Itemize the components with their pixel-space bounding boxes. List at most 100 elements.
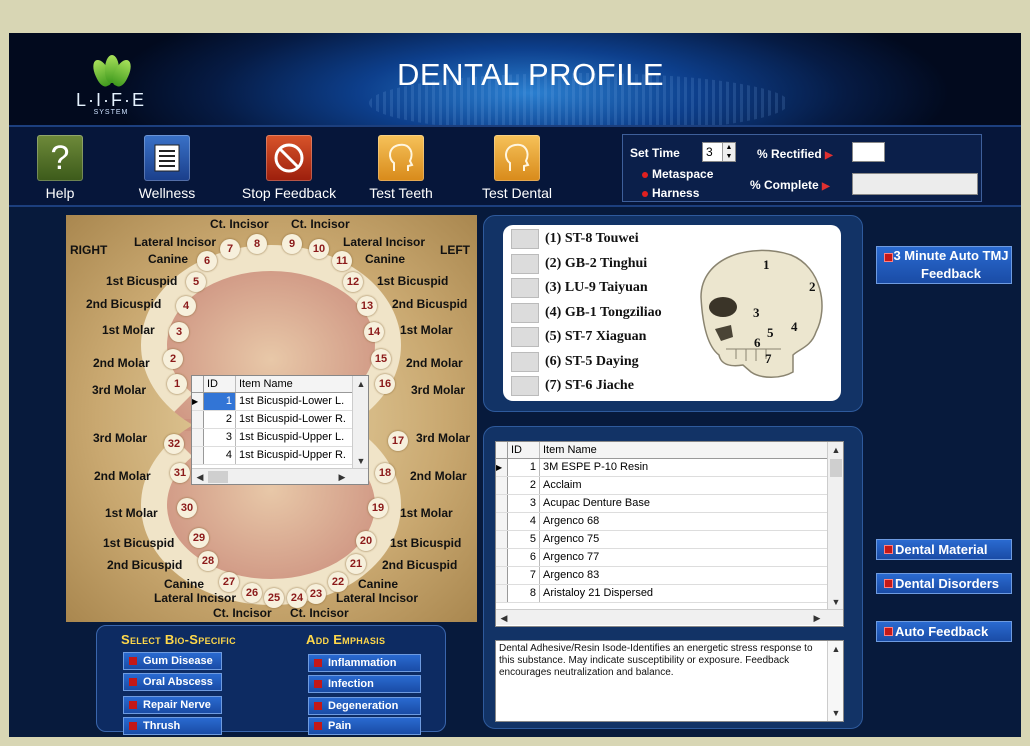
tooth-17[interactable]: 17 <box>388 431 408 451</box>
tooth-23[interactable]: 23 <box>306 584 326 604</box>
table-row[interactable]: 6 Argenco 77 <box>496 549 843 567</box>
horizontal-scrollbar[interactable]: ◀ ▶ <box>496 609 843 625</box>
set-time-spinner[interactable]: 3 ▲ ▼ <box>702 142 736 162</box>
gum-disease-button[interactable]: Gum Disease <box>123 652 222 670</box>
tooth-13[interactable]: 13 <box>357 296 377 316</box>
tooth-31[interactable]: 31 <box>170 463 190 483</box>
acupoint-row-1[interactable]: (1) ST-8 Touwei <box>511 229 639 249</box>
acupoint-check-4[interactable] <box>511 303 539 323</box>
table-row[interactable]: 4 Argenco 68 <box>496 513 843 531</box>
vertical-scrollbar[interactable]: ▲ ▼ <box>827 641 843 721</box>
tooth-14[interactable]: 14 <box>364 322 384 342</box>
pain-button[interactable]: Pain <box>308 717 421 735</box>
acupoint-check-1[interactable] <box>511 229 539 249</box>
tooth-3[interactable]: 3 <box>169 322 189 342</box>
tooth-11[interactable]: 11 <box>332 251 352 271</box>
tooth-27[interactable]: 27 <box>219 572 239 592</box>
tooth-8[interactable]: 8 <box>247 234 267 254</box>
table-row[interactable]: ▶ 1 1st Bicuspid-Lower L. <box>192 393 368 411</box>
inflammation-button[interactable]: Inflammation <box>308 654 421 672</box>
scroll-up-icon[interactable]: ▲ <box>353 376 368 392</box>
tooth-22[interactable]: 22 <box>328 572 348 592</box>
scroll-right-icon[interactable]: ▶ <box>809 610 825 626</box>
help-button[interactable]: ? Help <box>9 135 115 201</box>
vertical-scrollbar[interactable]: ▲ ▼ <box>352 376 368 469</box>
radio-harness[interactable]: Harness <box>642 186 699 200</box>
col-id-header[interactable]: ID <box>508 442 540 458</box>
tooth-25[interactable]: 25 <box>264 588 284 608</box>
tooth-15[interactable]: 15 <box>371 349 391 369</box>
acupoint-check-2[interactable] <box>511 254 539 274</box>
horizontal-scrollbar[interactable]: ◀ ▶ <box>192 468 368 484</box>
vertical-scrollbar[interactable]: ▲ ▼ <box>827 442 843 610</box>
tooth-32[interactable]: 32 <box>164 434 184 454</box>
table-row[interactable]: 8 Aristaloy 21 Dispersed <box>496 585 843 603</box>
test-teeth-button[interactable]: Test Teeth <box>346 135 456 201</box>
tooth-2[interactable]: 2 <box>163 349 183 369</box>
tooth-4[interactable]: 4 <box>176 296 196 316</box>
table-row[interactable]: 7 Argenco 83 <box>496 567 843 585</box>
repair-nerve-button[interactable]: Repair Nerve <box>123 696 222 714</box>
col-name-header[interactable]: Item Name <box>540 442 843 458</box>
oral-abscess-button[interactable]: Oral Abscess <box>123 673 222 691</box>
table-row[interactable]: 4 1st Bicuspid-Upper R. <box>192 447 368 465</box>
tooth-29[interactable]: 29 <box>189 528 209 548</box>
tooth-10[interactable]: 10 <box>309 239 329 259</box>
stop-feedback-button[interactable]: Stop Feedback <box>234 135 344 201</box>
thrush-button[interactable]: Thrush <box>123 717 222 735</box>
tooth-6[interactable]: 6 <box>197 251 217 271</box>
table-row[interactable]: ▶ 1 3M ESPE P-10 Resin <box>496 459 843 477</box>
col-id-header[interactable]: ID <box>204 376 236 392</box>
acupoint-check-7[interactable] <box>511 376 539 396</box>
tooth-26[interactable]: 26 <box>242 583 262 603</box>
tooth-20[interactable]: 20 <box>356 531 376 551</box>
table-row[interactable]: 2 Acclaim <box>496 477 843 495</box>
acupoint-check-5[interactable] <box>511 327 539 347</box>
dental-material-button[interactable]: Dental Material <box>876 539 1012 560</box>
tooth-18[interactable]: 18 <box>375 463 395 483</box>
tooth-1[interactable]: 1 <box>167 374 187 394</box>
table-row[interactable]: 2 1st Bicuspid-Lower R. <box>192 411 368 429</box>
scroll-up-icon[interactable]: ▲ <box>828 442 843 458</box>
scroll-left-icon[interactable]: ◀ <box>192 469 208 484</box>
scroll-right-icon[interactable]: ▶ <box>334 469 350 484</box>
tooth-5[interactable]: 5 <box>186 272 206 292</box>
acupoint-row-7[interactable]: (7) ST-6 Jiache <box>511 376 634 396</box>
dental-disorders-button[interactable]: Dental Disorders <box>876 573 1012 594</box>
description-textbox[interactable]: Dental Adhesive/Resin Isode-Identifies a… <box>495 640 844 722</box>
tooth-24[interactable]: 24 <box>287 588 307 608</box>
tooth-12[interactable]: 12 <box>343 272 363 292</box>
scroll-up-icon[interactable]: ▲ <box>828 641 844 657</box>
scroll-down-icon[interactable]: ▼ <box>353 453 368 469</box>
table-row[interactable]: 5 Argenco 75 <box>496 531 843 549</box>
tooth-9[interactable]: 9 <box>282 234 302 254</box>
scroll-left-icon[interactable]: ◀ <box>496 610 512 626</box>
table-row[interactable]: 3 1st Bicuspid-Upper L. <box>192 429 368 447</box>
tmj-feedback-button[interactable]: 3 Minute Auto TMJ Feedback <box>876 246 1012 284</box>
infection-button[interactable]: Infection <box>308 675 421 693</box>
auto-feedback-button[interactable]: Auto Feedback <box>876 621 1012 642</box>
tooth-19[interactable]: 19 <box>368 498 388 518</box>
acupoint-row-4[interactable]: (4) GB-1 Tongziliao <box>511 303 662 323</box>
test-dental-button[interactable]: Test Dental <box>462 135 572 201</box>
acupoint-row-3[interactable]: (3) LU-9 Taiyuan <box>511 278 648 298</box>
wellness-button[interactable]: Wellness <box>112 135 222 201</box>
teeth-item-grid[interactable]: ID Item Name ▶ 1 1st Bicuspid-Lower L. 2 1s… <box>191 375 369 485</box>
tooth-16[interactable]: 16 <box>375 374 395 394</box>
scroll-down-icon[interactable]: ▼ <box>828 594 843 610</box>
tooth-30[interactable]: 30 <box>177 498 197 518</box>
tooth-28[interactable]: 28 <box>198 551 218 571</box>
tooth-7[interactable]: 7 <box>220 239 240 259</box>
acupoint-row-5[interactable]: (5) ST-7 Xiaguan <box>511 327 646 347</box>
table-row[interactable]: 3 Acupac Denture Base <box>496 495 843 513</box>
acupoint-check-3[interactable] <box>511 278 539 298</box>
tooth-21[interactable]: 21 <box>346 554 366 574</box>
scroll-down-icon[interactable]: ▼ <box>828 705 844 721</box>
acupoint-row-2[interactable]: (2) GB-2 Tinghui <box>511 254 647 274</box>
col-name-header[interactable]: Item Name <box>236 376 368 392</box>
degeneration-button[interactable]: Degeneration <box>308 697 421 715</box>
material-grid[interactable]: ID Item Name ▶ 1 3M ESPE P-10 Resin 2 Accla… <box>495 441 844 627</box>
acupoint-check-6[interactable] <box>511 352 539 372</box>
spinner-arrows-icon[interactable]: ▲ ▼ <box>722 143 735 161</box>
acupoint-row-6[interactable]: (6) ST-5 Daying <box>511 352 639 372</box>
